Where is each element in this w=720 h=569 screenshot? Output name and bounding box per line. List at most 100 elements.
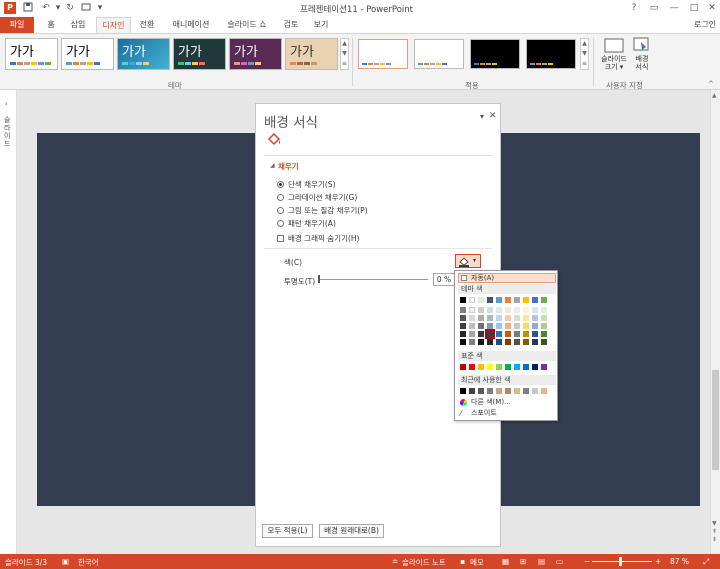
collapse-ribbon-icon[interactable]: ^ — [708, 80, 714, 88]
powerpoint-app-icon[interactable]: P — [4, 2, 16, 14]
theme-color-swatch[interactable] — [541, 315, 547, 321]
theme-ion[interactable]: 가가 — [173, 38, 226, 70]
notes-button[interactable]: 슬라이드 노트 — [402, 557, 446, 568]
theme-color-swatch[interactable] — [541, 323, 547, 329]
standard-color-swatch[interactable] — [469, 364, 475, 370]
theme-color-swatch[interactable] — [478, 331, 484, 337]
theme-color-swatch[interactable] — [514, 331, 520, 337]
theme-color-swatch[interactable] — [496, 297, 502, 303]
theme-color-swatch[interactable] — [478, 297, 484, 303]
theme-color-swatch[interactable] — [469, 323, 475, 329]
theme-color-swatch[interactable] — [514, 323, 520, 329]
recent-color-swatch[interactable] — [460, 388, 466, 394]
theme-color-swatch[interactable] — [541, 307, 547, 313]
theme-color-swatch[interactable] — [523, 315, 529, 321]
tab-slideshow[interactable]: 슬라이드 쇼 — [222, 17, 272, 33]
reset-background-button[interactable]: 배경 원래대로(B) — [319, 524, 384, 538]
pane-options-dropdown[interactable]: ▾ — [480, 112, 484, 121]
theme-color-swatch[interactable] — [496, 307, 502, 313]
more-colors-option[interactable]: 다른 색(M)... — [458, 397, 556, 408]
format-background-button[interactable]: 배경 서식 — [630, 37, 654, 77]
standard-color-swatch[interactable] — [523, 364, 529, 370]
recent-color-swatch[interactable] — [478, 388, 484, 394]
thumbnail-pane-collapsed[interactable]: › 슬라이드 — [0, 90, 17, 554]
eyedropper-option[interactable]: ⁄ 스포이트 — [458, 408, 556, 419]
zoom-slider[interactable] — [592, 561, 652, 562]
theme-color-swatch[interactable] — [532, 339, 538, 345]
theme-retrospect[interactable]: 가가 — [285, 38, 338, 70]
fill-section-header[interactable]: 채우기 — [278, 161, 299, 172]
theme-color-swatch[interactable] — [487, 339, 493, 345]
customize-qat-icon[interactable]: ▾ — [94, 2, 106, 14]
slide-size-button[interactable]: 슬라이드 크기 ▾ — [600, 37, 628, 77]
theme-office-2[interactable]: 가가 — [61, 38, 114, 70]
standard-color-swatch[interactable] — [487, 364, 493, 370]
theme-color-swatch[interactable] — [496, 331, 502, 337]
theme-color-swatch[interactable] — [460, 339, 466, 345]
recent-color-swatch[interactable] — [532, 388, 538, 394]
theme-color-swatch[interactable] — [505, 339, 511, 345]
recent-color-swatch[interactable] — [523, 388, 529, 394]
theme-facet[interactable]: 가가 — [117, 38, 170, 70]
tab-animations[interactable]: 애니메이션 — [166, 17, 216, 33]
theme-color-swatch[interactable] — [532, 323, 538, 329]
recent-color-swatch[interactable] — [514, 388, 520, 394]
theme-color-swatch[interactable] — [532, 297, 538, 303]
theme-color-swatch[interactable] — [487, 315, 493, 321]
fit-to-window-icon[interactable]: ⤢ — [703, 557, 709, 567]
zoom-in-icon[interactable]: + — [655, 557, 661, 566]
theme-color-swatch[interactable] — [532, 331, 538, 337]
theme-color-swatch[interactable] — [532, 307, 538, 313]
hide-graphics-label[interactable]: 배경 그래픽 숨기기(H) — [288, 233, 359, 244]
normal-view-icon[interactable]: ▦ — [502, 557, 509, 566]
scroll-up-icon[interactable]: ▲ — [712, 92, 717, 99]
recent-color-swatch[interactable] — [469, 388, 475, 394]
selected-color-swatch[interactable] — [485, 329, 495, 339]
theme-color-swatch[interactable] — [505, 307, 511, 313]
pattern-fill-label[interactable]: 패턴 채우기(A) — [288, 218, 336, 229]
pane-close-button[interactable]: ✕ — [489, 111, 497, 121]
start-slideshow-icon[interactable] — [80, 2, 92, 14]
collapse-fill-section-icon[interactable]: ◢ — [270, 162, 275, 169]
gradient-fill-label[interactable]: 그라데이션 채우기(G) — [288, 192, 357, 203]
fill-bucket-icon[interactable] — [266, 132, 282, 148]
theme-color-swatch[interactable] — [478, 323, 484, 329]
theme-color-swatch[interactable] — [487, 297, 493, 303]
standard-color-swatch[interactable] — [505, 364, 511, 370]
picture-fill-radio[interactable] — [277, 207, 284, 214]
redo-icon[interactable]: ↻ — [64, 2, 76, 14]
theme-color-swatch[interactable] — [505, 331, 511, 337]
variants-gallery-scroll[interactable]: ▲ ▼ ≡ — [580, 38, 589, 70]
theme-office[interactable]: 가가 — [5, 38, 58, 70]
theme-color-swatch[interactable] — [460, 323, 466, 329]
theme-color-swatch[interactable] — [460, 307, 466, 313]
theme-color-swatch[interactable] — [478, 339, 484, 345]
theme-color-swatch[interactable] — [496, 339, 502, 345]
standard-color-swatch[interactable] — [541, 364, 547, 370]
tab-insert[interactable]: 삽입 — [64, 17, 92, 33]
transparency-input[interactable]: 0 % — [433, 273, 455, 286]
vertical-scrollbar[interactable]: ▲ ▼ ⇞ ⇟ — [710, 90, 720, 554]
standard-color-swatch[interactable] — [532, 364, 538, 370]
variant-4[interactable] — [526, 39, 576, 69]
pattern-fill-radio[interactable] — [277, 220, 284, 227]
theme-organic[interactable]: 가가 — [229, 38, 282, 70]
theme-color-swatch[interactable] — [523, 339, 529, 345]
tab-transitions[interactable]: 전환 — [134, 17, 160, 33]
theme-color-swatch[interactable] — [478, 307, 484, 313]
recent-color-swatch[interactable] — [541, 388, 547, 394]
theme-color-swatch[interactable] — [460, 297, 466, 303]
theme-color-swatch[interactable] — [514, 339, 520, 345]
variant-3[interactable] — [470, 39, 520, 69]
theme-color-swatch[interactable] — [514, 315, 520, 321]
theme-color-swatch[interactable] — [505, 323, 511, 329]
language-indicator[interactable]: 한국어 — [78, 557, 99, 568]
picture-fill-label[interactable]: 그림 또는 질감 채우기(P) — [288, 205, 368, 216]
theme-color-swatch[interactable] — [469, 297, 475, 303]
tab-file[interactable]: 파일 — [0, 17, 34, 33]
theme-color-swatch[interactable] — [514, 307, 520, 313]
standard-color-swatch[interactable] — [460, 364, 466, 370]
zoom-out-icon[interactable]: − — [584, 557, 590, 566]
gradient-fill-radio[interactable] — [277, 194, 284, 201]
theme-color-swatch[interactable] — [505, 315, 511, 321]
